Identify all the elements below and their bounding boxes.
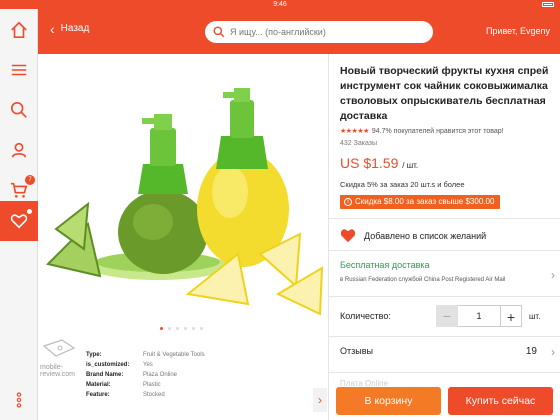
quantity-unit: шт.: [529, 311, 541, 321]
carousel-dots[interactable]: [160, 327, 203, 330]
quantity-row: Количество: − 1 + шт.: [340, 304, 555, 328]
divider: [329, 372, 560, 373]
coupon-text: Скидка $8.00 за заказ свыше $300.00: [355, 197, 495, 206]
price-value: US $1.59: [340, 155, 399, 171]
carousel-dot[interactable]: [192, 327, 195, 330]
divider: [329, 218, 560, 219]
carousel-dot[interactable]: [168, 327, 171, 330]
menu-icon: [11, 64, 27, 76]
status-time: 9:46: [273, 1, 287, 8]
spec-key: Material:: [86, 382, 111, 388]
buy-now-button[interactable]: Купить сейчас: [448, 387, 553, 415]
add-to-cart-button[interactable]: В корзину: [336, 387, 441, 415]
cart-badge: 7: [25, 175, 35, 185]
shipping-via: в Russian Federation службой China Post …: [340, 277, 506, 283]
bulk-discount: Скидка 5% за заказ 20 шт.s и более: [340, 180, 465, 189]
divider: [329, 336, 560, 337]
sidebar-item-wishlist[interactable]: [0, 201, 38, 241]
sidebar-item-more[interactable]: [0, 380, 38, 420]
quantity-decrease-button[interactable]: −: [436, 305, 458, 327]
product-image[interactable]: [38, 54, 328, 340]
search-input[interactable]: [230, 27, 420, 37]
shipping-title: Бесплатная доставка: [340, 260, 430, 270]
chevron-right-icon: ›: [551, 345, 555, 359]
quantity-label: Количество:: [340, 311, 391, 321]
spec-value: Fruit & Vegetable Tools: [143, 352, 205, 358]
spec-value: Plaza Online: [143, 372, 178, 378]
rating-text: 94.7% покупателей нравится этот товар!: [371, 127, 504, 135]
price-unit: / шт.: [402, 161, 419, 170]
carousel-dot[interactable]: [176, 327, 179, 330]
spec-row: Feature: Stocked: [86, 390, 205, 400]
user-greeting[interactable]: Привет, Evgeny: [486, 26, 550, 36]
citrus-sprayer-photo: [46, 88, 324, 316]
reviews-count: 19: [525, 346, 537, 357]
sidebar: 7: [0, 9, 38, 420]
wishlist-label: Добавлено в список желаний: [364, 230, 487, 241]
spec-key: Type:: [86, 352, 102, 358]
account-icon: [11, 142, 27, 158]
spec-key: Brand Name:: [86, 372, 124, 378]
star-rating: ★★★★★: [340, 128, 369, 135]
quantity-increase-button[interactable]: +: [500, 305, 522, 327]
status-bar: 9:46: [0, 0, 560, 9]
divider: [329, 250, 560, 251]
carousel-dot[interactable]: [184, 327, 187, 330]
chevron-right-icon: ›: [551, 268, 555, 282]
chevron-right-icon: ›: [318, 393, 322, 407]
shipping-row[interactable]: Бесплатная доставка в Russian Federation…: [340, 260, 555, 283]
cart-icon: [10, 182, 28, 198]
more-icon: [16, 392, 22, 408]
home-icon: [11, 21, 27, 39]
carousel-dot[interactable]: [160, 327, 163, 330]
spec-value: Plastic: [143, 382, 161, 388]
sidebar-item-search[interactable]: [0, 90, 38, 130]
search-bar[interactable]: [205, 21, 433, 43]
battery-icon: [542, 2, 554, 7]
watermark-text: mobile-review.com: [40, 364, 76, 378]
reviews-label: Отзывы: [340, 346, 373, 356]
specs-list: Type: Fruit & Vegetable Tools is_customiz…: [86, 350, 205, 400]
sidebar-item-menu[interactable]: [0, 50, 38, 90]
spec-key: is_customized:: [86, 362, 130, 368]
wishlist-button[interactable]: Добавлено в список желаний: [340, 228, 486, 243]
phone-watermark-icon: [42, 339, 76, 357]
orders-count: 432 Заказы: [340, 140, 378, 147]
price: US $1.59 / шт.: [340, 155, 418, 171]
watermark: mobile-review.com: [40, 336, 90, 378]
search-icon: [10, 101, 27, 118]
expand-arrow-button[interactable]: ›: [313, 388, 327, 412]
spec-row: Type: Fruit & Vegetable Tools: [86, 350, 205, 360]
sidebar-item-home[interactable]: [0, 10, 38, 50]
back-button[interactable]: ‹ Назад: [50, 20, 90, 37]
back-label: Назад: [60, 23, 90, 34]
coupon-badge[interactable]: i Скидка $8.00 за заказ свыше $300.00: [340, 195, 501, 209]
spec-value: Yes: [143, 362, 153, 368]
top-bar: ‹ Назад Привет, Evgeny: [38, 9, 560, 54]
spec-row: Material: Plastic: [86, 380, 205, 390]
spec-value: Stocked: [143, 392, 165, 398]
info-icon: i: [344, 198, 352, 206]
carousel-dot[interactable]: [200, 327, 203, 330]
product-title: Новый творческий фрукты кухня спрей инст…: [340, 65, 549, 122]
chevron-left-icon: ‹: [50, 20, 55, 37]
product-detail-panel: Новый творческий фрукты кухня спрей инст…: [329, 54, 560, 420]
heart-icon: [10, 214, 28, 229]
spec-key: Feature:: [86, 392, 110, 398]
rating-row[interactable]: ★★★★★ 94.7% покупателей нравится этот то…: [340, 127, 504, 136]
spec-row: is_customized: Yes: [86, 360, 205, 370]
spec-row: Brand Name: Plaza Online: [86, 370, 205, 380]
wishlist-dot: [27, 209, 32, 214]
reviews-row[interactable]: Отзывы 19 ›: [340, 345, 555, 359]
quantity-input[interactable]: 1: [458, 305, 500, 327]
sidebar-item-account[interactable]: [0, 130, 38, 170]
search-icon: [213, 26, 225, 38]
divider: [329, 296, 560, 297]
heart-icon: [340, 229, 356, 243]
